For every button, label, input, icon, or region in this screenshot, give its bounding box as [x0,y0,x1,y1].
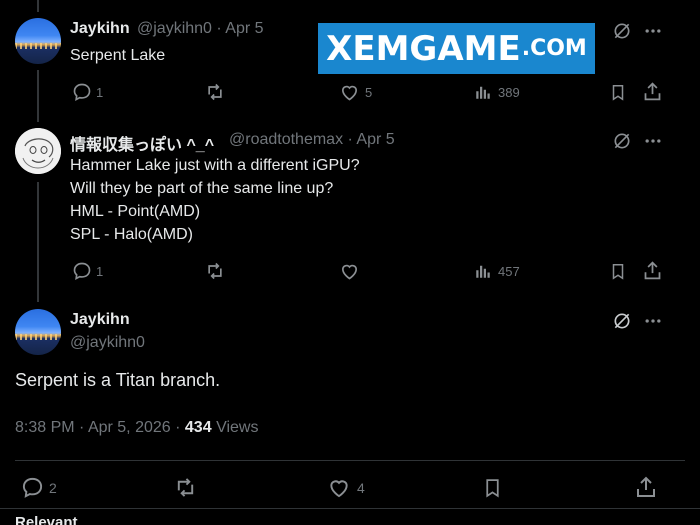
post-date[interactable]: Apr 5 [356,131,394,148]
bookmark-icon[interactable] [482,476,503,500]
divider [0,508,700,509]
display-name[interactable]: Jaykihn [70,311,130,329]
post-line: Will they be part of the same line up? [70,180,334,197]
avatar[interactable] [15,309,61,355]
post-date[interactable]: Apr 5, 2026 [88,419,171,436]
post-line: Hammer Lake just with a different iGPU? [70,157,360,174]
views-label: Views [216,419,259,436]
divider [15,460,685,461]
post-timestamp: 8:38 PM · Apr 5, 2026 · 434 Views [15,419,258,437]
handle[interactable]: @roadtothemax [229,131,343,148]
post-meta: @jaykihn0 · Apr 5 [137,20,264,38]
more-icon[interactable] [643,311,663,331]
like-count: 4 [357,480,365,496]
reply-icon[interactable] [72,82,92,102]
meta-separator: · [79,419,85,436]
tweet-thread: Jaykihn @jaykihn0 · Apr 5 Serpent Lake X… [0,0,700,525]
repost-icon[interactable] [173,476,198,499]
reply-icon[interactable] [72,261,92,281]
view-count: 457 [498,264,520,279]
bookmark-icon[interactable] [609,82,627,103]
avatar[interactable] [15,128,61,174]
post-text: Serpent is a Titan branch. [15,370,221,390]
watermark-suffix: .COM [521,35,587,61]
grok-icon[interactable] [612,311,632,331]
post-meta: @roadtothemax · Apr 5 [229,131,395,149]
grok-icon[interactable] [612,21,632,41]
more-icon[interactable] [643,131,663,151]
post-text: Serpent Lake [70,44,165,67]
post-time[interactable]: 8:38 PM [15,419,75,436]
heart-icon[interactable] [339,82,360,102]
meta-separator: · [175,419,181,436]
repost-icon[interactable] [204,261,226,281]
reply-icon[interactable] [21,476,44,499]
display-name[interactable]: 情報収集っぽい ^_^ [70,131,214,155]
watermark-logo: XEMGAME .COM [318,23,595,74]
post-line: SPL - Halo(AMD) [70,226,193,243]
share-icon[interactable] [642,81,663,102]
watermark-main: XEMGAME [326,28,521,69]
analytics-icon[interactable] [474,82,492,102]
sort-replies-label[interactable]: Relevant [15,514,78,525]
post-line: Serpent Lake [70,47,166,64]
post-line: HML - Point(AMD) [70,203,201,220]
heart-icon[interactable] [327,476,351,499]
thread-connector [37,0,39,12]
reply-count: 1 [96,264,104,279]
bookmark-icon[interactable] [609,261,627,282]
meta-separator: · [216,20,222,37]
share-icon[interactable] [642,260,663,281]
reply-count: 2 [49,480,57,496]
view-count: 389 [498,85,520,100]
heart-icon[interactable] [339,261,360,281]
views-count: 434 [184,419,212,436]
like-count: 5 [365,85,373,100]
handle[interactable]: @jaykihn0 [70,334,145,352]
share-icon[interactable] [634,475,658,499]
post-text: Hammer Lake just with a different iGPU? … [70,154,360,246]
handle[interactable]: @jaykihn0 [137,20,212,37]
more-icon[interactable] [643,21,663,41]
thread-connector [37,70,39,122]
display-name[interactable]: Jaykihn [70,20,130,38]
analytics-icon[interactable] [474,261,492,281]
repost-icon[interactable] [204,82,226,102]
post-date[interactable]: Apr 5 [225,20,263,37]
thread-connector [37,182,39,302]
grok-icon[interactable] [612,131,632,151]
meta-separator: · [347,131,353,148]
reply-count: 1 [96,85,104,100]
avatar[interactable] [15,18,61,64]
